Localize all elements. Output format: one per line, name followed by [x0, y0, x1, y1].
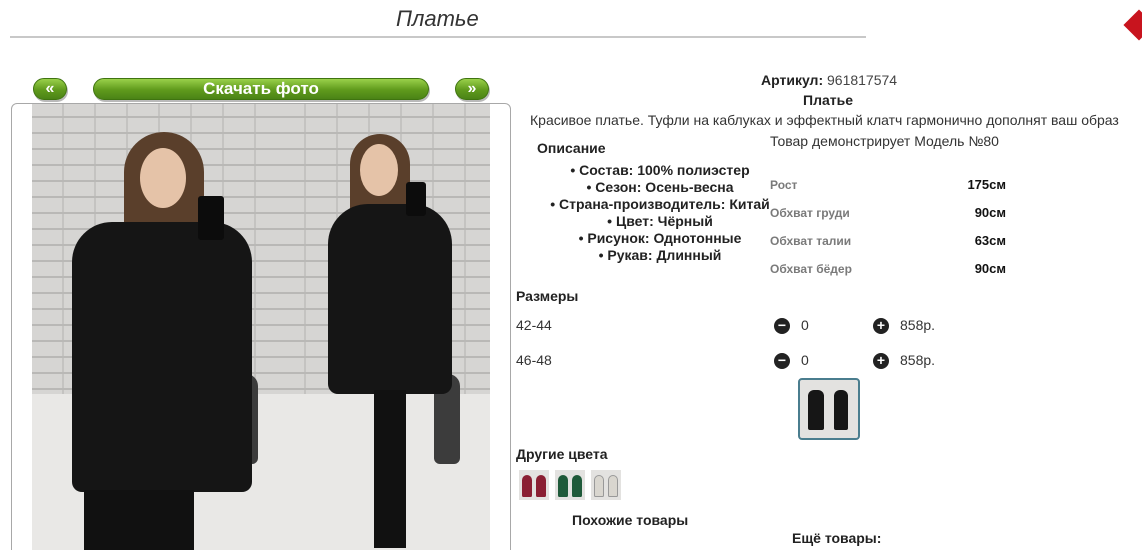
model-boots — [84, 490, 194, 550]
thumb-figure — [558, 475, 568, 497]
more-products-heading: Ещё товары: — [792, 530, 882, 546]
attribute-item: Цвет: Чёрный — [548, 213, 772, 230]
next-photo-button[interactable]: » — [455, 78, 489, 100]
increase-quantity-button[interactable]: + — [873, 353, 889, 369]
sizes-heading: Размеры — [516, 288, 579, 304]
similar-products-heading: Похожие товары — [572, 512, 689, 528]
product-photo-side — [274, 104, 490, 550]
thumb-figure — [594, 475, 604, 497]
model-phone — [198, 196, 224, 240]
attribute-item: Рисунок: Однотонные — [548, 230, 772, 247]
increase-quantity-button[interactable]: + — [873, 318, 889, 334]
other-colors-heading: Другие цвета — [516, 446, 608, 462]
color-variant-thumbnail[interactable] — [591, 470, 621, 500]
measurement-row: Рост 175см — [770, 177, 1006, 192]
model-boots — [374, 390, 406, 548]
product-photo-frame[interactable] — [11, 103, 511, 550]
attribute-list: Состав: 100% полиэстер Сезон: Осень-весн… — [548, 162, 772, 264]
prev-photo-button[interactable]: « — [33, 78, 67, 100]
thumb-figure — [608, 475, 618, 497]
measurement-value: 63см — [974, 233, 1006, 248]
model-dress — [72, 222, 252, 492]
attribute-item: Сезон: Осень-весна — [548, 179, 772, 196]
size-label: 42-44 — [516, 317, 552, 333]
decrease-quantity-button[interactable]: − — [774, 353, 790, 369]
measurement-value: 175см — [967, 177, 1006, 192]
attribute-item: Рукав: Длинный — [548, 247, 772, 264]
page-title: Платье — [396, 6, 479, 31]
measurement-label: Рост — [770, 178, 798, 192]
measurement-row: Обхват бёдер 90см — [770, 261, 1006, 276]
measurement-label: Обхват бёдер — [770, 262, 852, 276]
color-variant-thumbnail[interactable] — [519, 470, 549, 500]
description-heading: Описание — [537, 140, 606, 156]
thumb-figure — [536, 475, 546, 497]
quantity-value: 0 — [801, 317, 809, 333]
thumb-figure — [834, 390, 848, 430]
model-dress — [328, 204, 452, 394]
attribute-item: Страна-производитель: Китай — [548, 196, 772, 213]
model-head — [140, 148, 186, 208]
decrease-quantity-button[interactable]: − — [774, 318, 790, 334]
measurement-row: Обхват талии 63см — [770, 233, 1006, 248]
size-row: 46-48 − 0 + 858р. — [516, 351, 946, 371]
thumb-figure — [572, 475, 582, 497]
attribute-item: Состав: 100% полиэстер — [548, 162, 772, 179]
size-price: 858р. — [900, 317, 936, 333]
product-description: Красивое платье. Туфли на каблуках и эфф… — [530, 112, 1119, 128]
article-value: 961817574 — [827, 72, 898, 88]
measurement-label: Обхват талии — [770, 234, 852, 248]
quantity-value: 0 — [801, 352, 809, 368]
product-name: Платье — [803, 92, 853, 108]
product-photo-front — [32, 104, 274, 550]
size-label: 46-48 — [516, 352, 552, 368]
size-price: 858р. — [900, 352, 936, 368]
measurement-label: Обхват груди — [770, 206, 850, 220]
measurement-row: Обхват груди 90см — [770, 205, 1006, 220]
article-label: Артикул: — [761, 72, 824, 88]
thumb-figure — [522, 475, 532, 497]
measurement-value: 90см — [974, 205, 1006, 220]
thumb-figure — [808, 390, 824, 430]
title-divider — [10, 36, 866, 38]
color-variant-thumbnail[interactable] — [555, 470, 585, 500]
measurement-value: 90см — [974, 261, 1006, 276]
model-head — [360, 144, 398, 196]
article-number: Артикул: 961817574 — [761, 72, 897, 88]
size-row: 42-44 − 0 + 858р. — [516, 316, 946, 336]
brand-corner-mark — [1123, 9, 1142, 41]
model-note: Товар демонстрирует Модель №80 — [770, 133, 999, 149]
download-photo-button[interactable]: Скачать фото — [93, 78, 429, 100]
model-phone — [406, 182, 426, 216]
selected-photo-thumbnail[interactable] — [798, 378, 860, 440]
